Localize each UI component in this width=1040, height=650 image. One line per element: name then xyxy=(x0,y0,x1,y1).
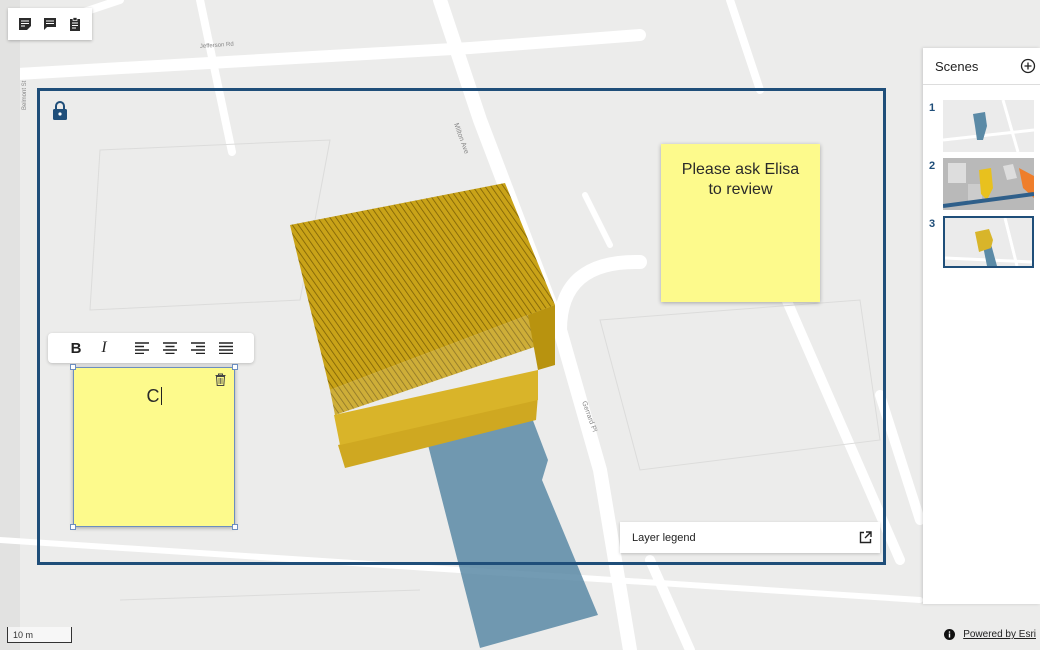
align-justify-icon xyxy=(219,342,233,354)
powered-by-esri-link[interactable]: Powered by Esri xyxy=(963,629,1036,640)
resize-handle-top-left[interactable] xyxy=(70,364,76,370)
scale-bar: 10 m xyxy=(7,627,72,643)
scene-number: 2 xyxy=(929,160,936,172)
resize-handle-bottom-right[interactable] xyxy=(232,524,238,530)
sticky-note-editing[interactable]: C xyxy=(73,367,235,527)
trash-icon xyxy=(215,373,226,386)
clipboard-icon xyxy=(70,17,81,31)
align-right-icon xyxy=(191,342,205,354)
add-scene-icon[interactable] xyxy=(1020,58,1036,74)
italic-button[interactable]: I xyxy=(90,337,118,359)
attribution: Powered by Esri xyxy=(944,629,1036,640)
sticky-note-button[interactable] xyxy=(14,13,36,35)
info-icon[interactable] xyxy=(944,629,956,640)
bold-button[interactable]: B xyxy=(62,337,90,359)
comment-button[interactable] xyxy=(39,13,61,35)
layer-legend-button[interactable]: Layer legend xyxy=(620,522,880,553)
note-line-2: to review xyxy=(708,181,773,198)
align-center-icon xyxy=(163,342,177,354)
scale-label: 10 m xyxy=(13,630,34,640)
street-label-left: Belmont St xyxy=(22,80,28,110)
layer-legend-label: Layer legend xyxy=(632,531,696,544)
scene-item-3[interactable]: 3 xyxy=(923,216,1040,270)
comment-icon xyxy=(43,18,56,30)
note-text: C xyxy=(146,386,160,406)
align-left-button[interactable] xyxy=(128,337,156,359)
scene-thumbnail xyxy=(943,100,1034,152)
align-left-icon xyxy=(135,342,149,354)
scenes-title: Scenes xyxy=(935,58,979,74)
scene-thumbnail-selected xyxy=(943,216,1034,268)
align-justify-button[interactable] xyxy=(212,337,240,359)
scene-number: 1 xyxy=(929,102,936,114)
scene-item-1[interactable]: 1 xyxy=(923,100,1040,154)
note-text-editor[interactable]: C xyxy=(74,386,234,407)
sticky-note-review[interactable]: Please ask Elisa to review xyxy=(661,144,820,302)
resize-handle-bottom-left[interactable] xyxy=(70,524,76,530)
external-link-icon xyxy=(859,531,872,544)
scene-thumbnail xyxy=(943,158,1034,210)
clipboard-button[interactable] xyxy=(64,13,86,35)
annotation-toolbar xyxy=(8,8,92,40)
scene-number: 3 xyxy=(929,218,936,230)
lock-button[interactable] xyxy=(52,101,68,121)
scene-item-2[interactable]: 2 xyxy=(923,158,1040,212)
delete-note-button[interactable] xyxy=(215,373,226,386)
lock-icon xyxy=(53,101,67,120)
scenes-panel: Scenes 1 2 3 xyxy=(923,48,1040,604)
resize-handle-top-right[interactable] xyxy=(232,364,238,370)
align-right-button[interactable] xyxy=(184,337,212,359)
align-center-button[interactable] xyxy=(156,337,184,359)
sticky-note-icon xyxy=(18,18,31,30)
text-caret xyxy=(160,387,162,405)
note-line-1: Please ask Elisa xyxy=(681,161,800,178)
text-format-toolbar: B I xyxy=(48,333,254,363)
scenes-header: Scenes xyxy=(923,48,1040,85)
